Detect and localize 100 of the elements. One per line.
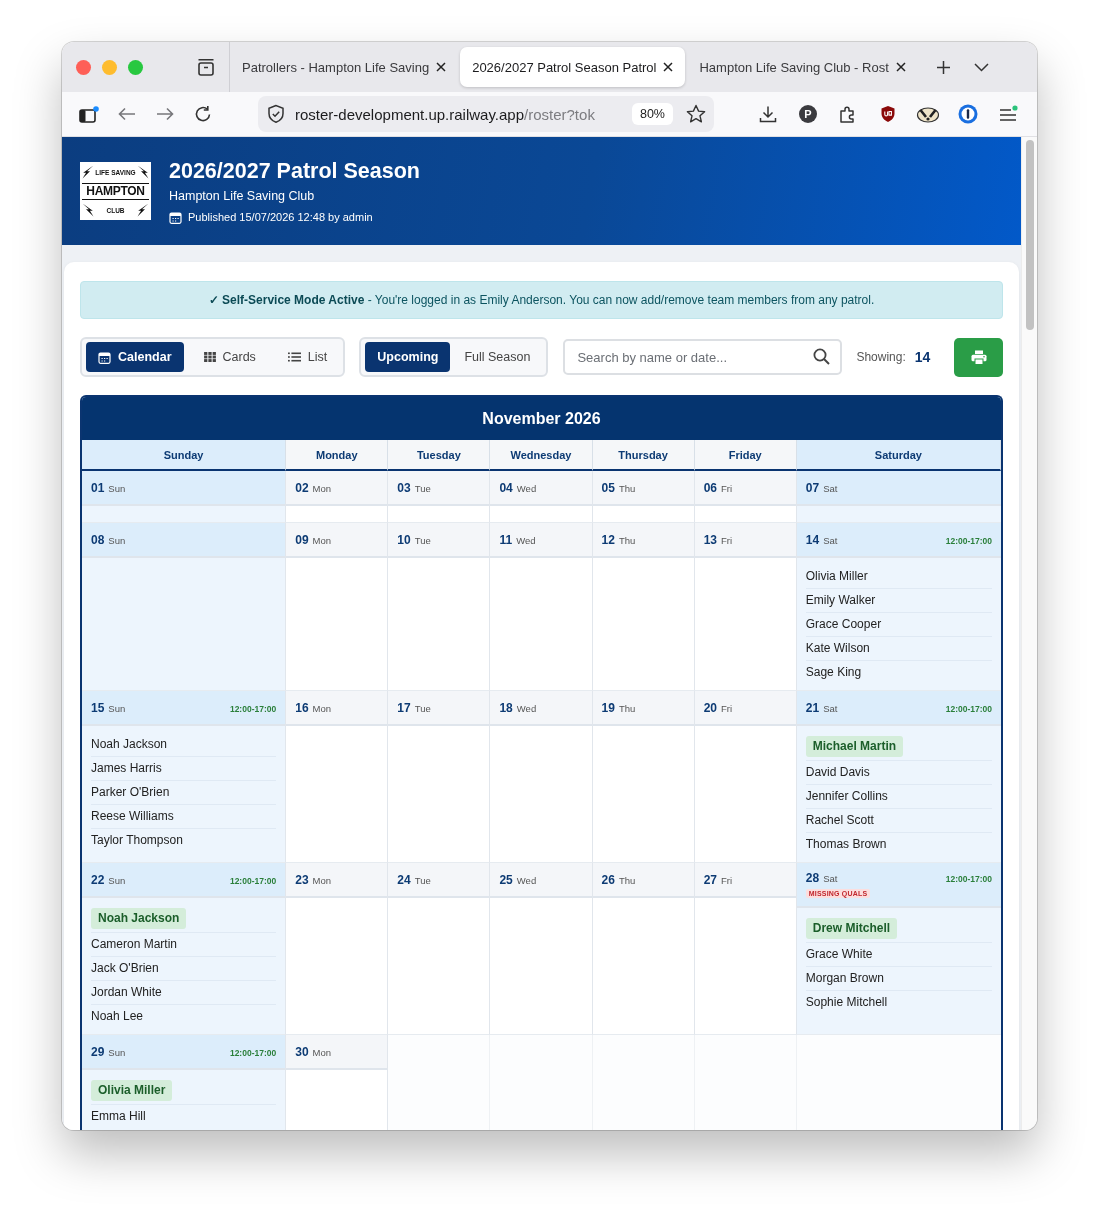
day-abbreviation: Tue xyxy=(414,534,431,546)
puzzle-icon[interactable] xyxy=(839,105,857,123)
shield-icon[interactable] xyxy=(880,105,896,123)
day-number: 19 xyxy=(601,700,615,715)
view-tab[interactable]: Cards xyxy=(191,342,268,372)
close-icon[interactable] xyxy=(895,62,906,72)
browser-tab[interactable]: 2026/2027 Patrol Season Patrol xyxy=(460,47,686,87)
scrollbar-track[interactable] xyxy=(1021,137,1037,1130)
day-number: 30 xyxy=(295,1044,309,1059)
day-number: 07 xyxy=(805,480,820,495)
weekday-header: Monday xyxy=(286,440,389,471)
star-icon[interactable] xyxy=(686,104,706,124)
forward-arrow-icon[interactable] xyxy=(156,107,174,121)
day-number: 13 xyxy=(703,532,717,547)
day-abbreviation: Wed xyxy=(516,534,536,546)
patrol-time: 12:00-17:00 xyxy=(945,535,992,546)
scrollbar-thumb[interactable] xyxy=(1026,140,1034,330)
extension-button[interactable]: P xyxy=(799,105,817,123)
patrol-time: 12:00-17:00 xyxy=(229,875,277,886)
close-icon[interactable] xyxy=(663,62,674,72)
day-number: 15 xyxy=(91,700,105,715)
day-abbreviation: Mon xyxy=(312,534,332,546)
member-name: Reese Williams xyxy=(91,809,174,823)
day-abbreviation: Sun xyxy=(108,874,126,886)
member-name: Emma Hill xyxy=(91,1109,146,1123)
day-number: 06 xyxy=(703,480,717,495)
member-name: Jennifer Collins xyxy=(805,789,888,803)
reload-icon[interactable] xyxy=(194,105,212,123)
chevron-down-icon[interactable] xyxy=(973,62,989,72)
day-abbreviation: Sun xyxy=(108,1046,126,1058)
day-number: 29 xyxy=(91,1044,105,1059)
day-abbreviation: Thu xyxy=(618,874,636,886)
day-abbreviation: Sat xyxy=(823,482,838,494)
leader-name-tag: Noah Jackson xyxy=(91,908,187,929)
member-name: Morgan Brown xyxy=(805,971,884,985)
view-tab[interactable]: List xyxy=(275,342,340,372)
search-icon[interactable] xyxy=(813,348,831,365)
close-icon[interactable] xyxy=(436,62,447,72)
day-abbreviation: Thu xyxy=(618,534,636,546)
day-number: 18 xyxy=(499,700,513,715)
day-number: 08 xyxy=(91,532,105,547)
back-arrow-icon[interactable] xyxy=(118,107,136,121)
browser-tab[interactable]: Hampton Life Saving Club - Rost xyxy=(687,47,918,87)
day-abbreviation: Sun xyxy=(108,482,126,494)
patrol-time: 12:00-17:00 xyxy=(945,874,992,884)
day-number: 03 xyxy=(397,480,411,495)
weekday-header: Saturday xyxy=(796,440,1001,471)
member-name: Parker O'Brien xyxy=(91,785,170,799)
print-button[interactable] xyxy=(954,337,1003,377)
day-abbreviation: Mon xyxy=(312,702,332,714)
day-abbreviation: Fri xyxy=(721,534,733,546)
zoom-level-button[interactable]: 80% xyxy=(631,103,673,125)
day-abbreviation: Tue xyxy=(414,874,431,886)
browser-tab[interactable]: Patrollers - Hampton Life Saving xyxy=(230,47,459,87)
plus-icon[interactable] xyxy=(935,59,951,75)
animal-face-icon[interactable] xyxy=(916,105,940,123)
day-abbreviation: Sat xyxy=(823,534,838,546)
download-icon[interactable] xyxy=(759,105,777,123)
day-abbreviation: Wed xyxy=(516,482,537,494)
patrol-time: 12:00-17:00 xyxy=(229,703,277,714)
day-abbreviation: Thu xyxy=(618,702,636,714)
member-name: Kate Wilson xyxy=(805,641,870,655)
day-number: 01 xyxy=(91,480,105,495)
showing-label: Showing: xyxy=(856,350,906,364)
view-tab[interactable]: Calendar xyxy=(86,342,184,372)
member-name: Sophie Mitchell xyxy=(805,995,888,1009)
day-abbreviation: Tue xyxy=(414,702,431,714)
sidebar-icon[interactable] xyxy=(79,105,99,123)
day-number: 17 xyxy=(397,700,411,715)
day-abbreviation: Wed xyxy=(516,874,537,886)
keyhole-icon[interactable] xyxy=(958,104,978,124)
leader-name-tag: Michael Martin xyxy=(805,736,904,757)
member-name: Jack O'Brien xyxy=(91,961,159,975)
day-abbreviation: Sun xyxy=(108,534,126,546)
member-name: Sage King xyxy=(805,665,862,679)
shield-check-icon[interactable] xyxy=(267,104,285,124)
day-number: 05 xyxy=(601,480,615,495)
day-number: 04 xyxy=(499,480,513,495)
weekday-header: Thursday xyxy=(592,440,695,471)
day-abbreviation: Wed xyxy=(516,702,537,714)
day-abbreviation: Mon xyxy=(312,1046,332,1058)
day-number: 10 xyxy=(397,532,411,547)
day-number: 21 xyxy=(805,700,820,715)
search-field[interactable]: Search by name or date... xyxy=(563,339,843,375)
member-name: Jordan White xyxy=(91,985,162,999)
weekday-header: Wednesday xyxy=(490,440,593,471)
range-tab[interactable]: Full Season xyxy=(452,342,543,372)
range-tab[interactable]: Upcoming xyxy=(365,342,451,372)
day-number: 28 xyxy=(805,871,820,885)
tray-icon[interactable] xyxy=(196,58,216,76)
leader-name-tag: Drew Mitchell xyxy=(805,918,898,939)
day-number: 02 xyxy=(295,480,309,495)
day-abbreviation: Tue xyxy=(414,482,431,494)
menu-icon[interactable] xyxy=(998,105,1018,123)
calendar-icon xyxy=(98,350,111,364)
day-abbreviation: Thu xyxy=(618,482,636,494)
member-name: Thomas Brown xyxy=(805,837,887,851)
address-bar[interactable]: roster-development.up.railway.app/roster?tok 80% xyxy=(258,96,714,132)
day-abbreviation: Mon xyxy=(312,482,332,494)
day-number: 14 xyxy=(805,532,820,547)
